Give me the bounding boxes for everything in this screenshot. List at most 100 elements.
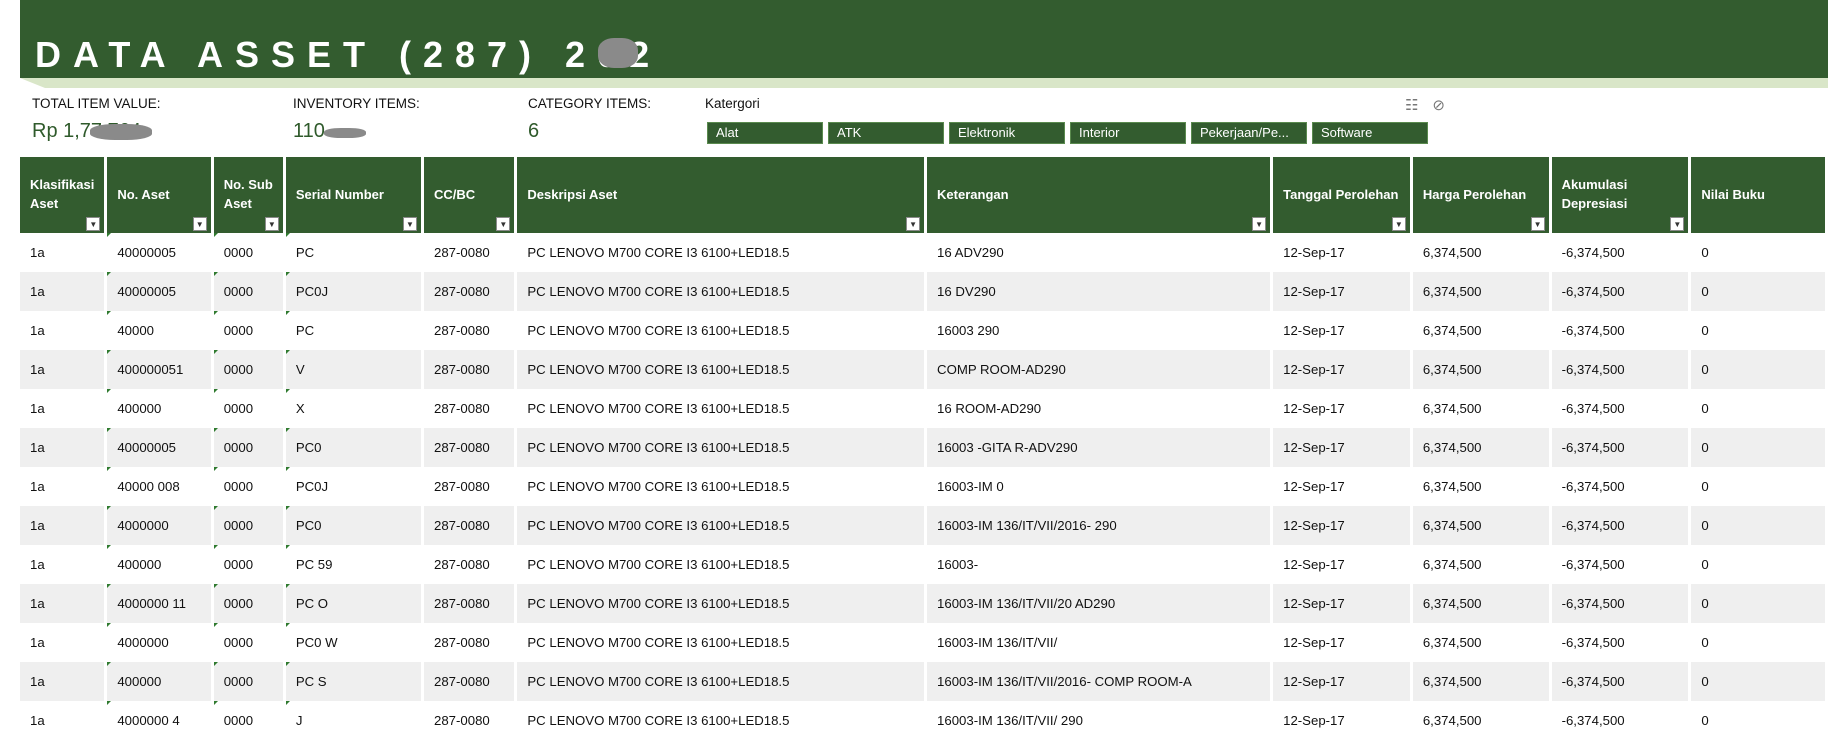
cell-harga-perolehan[interactable]: 6,374,500 xyxy=(1411,701,1552,740)
cell-tanggal-perolehan[interactable]: 12-Sep-17 xyxy=(1271,584,1413,623)
cell-cc-bc[interactable]: 287-0080 xyxy=(422,506,518,545)
cell-serial-number[interactable]: X xyxy=(284,389,425,428)
cell-tanggal-perolehan[interactable]: 12-Sep-17 xyxy=(1271,545,1413,584)
cell-cc-bc[interactable]: 287-0080 xyxy=(422,428,518,467)
cell-serial-number[interactable]: V xyxy=(284,350,425,389)
cell-nilai-buku[interactable]: 0 xyxy=(1689,272,1828,311)
column-header-no-sub-aset[interactable]: No. Sub Aset ▼ xyxy=(212,157,286,233)
cell-klasifikasi-aset[interactable]: 1a xyxy=(20,233,108,272)
table-row[interactable]: 1a 40000 0000 PC 287-0080 PC LENOVO M700 CORE… xyxy=(20,311,1828,350)
cell-nilai-buku[interactable]: 0 xyxy=(1689,311,1828,350)
cell-serial-number[interactable]: PC0J xyxy=(284,272,425,311)
cell-tanggal-perolehan[interactable]: 12-Sep-17 xyxy=(1271,272,1413,311)
cell-serial-number[interactable]: PC0 W xyxy=(284,623,425,662)
cell-klasifikasi-aset[interactable]: 1a xyxy=(20,428,108,467)
cell-cc-bc[interactable]: 287-0080 xyxy=(422,584,518,623)
cell-tanggal-perolehan[interactable]: 12-Sep-17 xyxy=(1271,623,1413,662)
cell-no-aset[interactable]: 400000 xyxy=(105,389,214,428)
table-row[interactable]: 1a 40000005 0000 PC0 287-0080 PC LENOVO M700 … xyxy=(20,428,1828,467)
cell-no-aset[interactable]: 400000051 xyxy=(105,350,214,389)
table-row[interactable]: 1a 4000000 11 0000 PC O 287-0080 PC LENOVO M7… xyxy=(20,584,1828,623)
cell-keterangan[interactable]: 16003-IM 136/IT/VII/20 AD290 xyxy=(925,584,1274,623)
cell-akumulasi-depresiasi[interactable]: -6,374,500 xyxy=(1550,428,1692,467)
cell-nilai-buku[interactable]: 0 xyxy=(1689,428,1828,467)
cell-no-aset[interactable]: 4000000 xyxy=(105,623,214,662)
filter-dropdown-icon[interactable]: ▼ xyxy=(1252,217,1267,231)
cell-serial-number[interactable]: PC 59 xyxy=(284,545,425,584)
cell-harga-perolehan[interactable]: 6,374,500 xyxy=(1411,311,1552,350)
cell-harga-perolehan[interactable]: 6,374,500 xyxy=(1411,272,1552,311)
filter-dropdown-icon[interactable]: ▼ xyxy=(1670,217,1685,231)
cell-no-sub-aset[interactable]: 0000 xyxy=(212,389,286,428)
cell-tanggal-perolehan[interactable]: 12-Sep-17 xyxy=(1271,389,1413,428)
cell-keterangan[interactable]: 16003 290 xyxy=(925,311,1274,350)
cell-cc-bc[interactable]: 287-0080 xyxy=(422,272,518,311)
cell-harga-perolehan[interactable]: 6,374,500 xyxy=(1411,428,1552,467)
filter-dropdown-icon[interactable]: ▼ xyxy=(1530,217,1545,231)
table-row[interactable]: 1a 4000000 0000 PC0 287-0080 PC LENOVO M700 C… xyxy=(20,506,1828,545)
table-row[interactable]: 1a 400000 0000 PC S 287-0080 PC LENOVO M700 C… xyxy=(20,662,1828,701)
cell-akumulasi-depresiasi[interactable]: -6,374,500 xyxy=(1550,350,1692,389)
cell-klasifikasi-aset[interactable]: 1a xyxy=(20,701,108,740)
cell-deskripsi-aset[interactable]: PC LENOVO M700 CORE I3 6100+LED18.5 xyxy=(515,350,928,389)
slicer-item-alat[interactable]: Alat xyxy=(707,122,823,144)
column-header-akumulasi-depresiasi[interactable]: Akumulasi Depresiasi ▼ xyxy=(1550,157,1692,233)
column-header-nilai-buku[interactable]: Nilai Buku xyxy=(1689,157,1828,233)
cell-cc-bc[interactable]: 287-0080 xyxy=(422,467,518,506)
cell-deskripsi-aset[interactable]: PC LENOVO M700 CORE I3 6100+LED18.5 xyxy=(515,623,928,662)
cell-cc-bc[interactable]: 287-0080 xyxy=(422,623,518,662)
cell-deskripsi-aset[interactable]: PC LENOVO M700 CORE I3 6100+LED18.5 xyxy=(515,272,928,311)
cell-serial-number[interactable]: J xyxy=(284,701,425,740)
cell-no-aset[interactable]: 40000005 xyxy=(105,428,214,467)
cell-klasifikasi-aset[interactable]: 1a xyxy=(20,350,108,389)
table-row[interactable]: 1a 4000000 0000 PC0 W 287-0080 PC LENOVO M700… xyxy=(20,623,1828,662)
slicer-item-elektronik[interactable]: Elektronik xyxy=(949,122,1065,144)
column-header-klasifikasi-aset[interactable]: Klasifikasi Aset ▼ xyxy=(20,157,108,233)
table-row[interactable]: 1a 4000000 4 0000 J 287-0080 PC LENOVO M700 C… xyxy=(20,701,1828,740)
table-row[interactable]: 1a 400000 0000 X 287-0080 PC LENOVO M700 CORE… xyxy=(20,389,1828,428)
cell-no-aset[interactable]: 40000005 xyxy=(105,272,214,311)
cell-no-aset[interactable]: 400000 xyxy=(105,662,214,701)
table-row[interactable]: 1a 40000005 0000 PC0J 287-0080 PC LENOVO M700… xyxy=(20,272,1828,311)
table-row[interactable]: 1a 400000 0000 PC 59 287-0080 PC LENOVO M700 … xyxy=(20,545,1828,584)
cell-deskripsi-aset[interactable]: PC LENOVO M700 CORE I3 6100+LED18.5 xyxy=(515,701,928,740)
cell-deskripsi-aset[interactable]: PC LENOVO M700 CORE I3 6100+LED18.5 xyxy=(515,662,928,701)
cell-klasifikasi-aset[interactable]: 1a xyxy=(20,662,108,701)
cell-serial-number[interactable]: PC xyxy=(284,311,425,350)
table-row[interactable]: 1a 40000005 0000 PC 287-0080 PC LENOVO M700 C… xyxy=(20,233,1828,272)
cell-deskripsi-aset[interactable]: PC LENOVO M700 CORE I3 6100+LED18.5 xyxy=(515,428,928,467)
cell-tanggal-perolehan[interactable]: 12-Sep-17 xyxy=(1271,350,1413,389)
cell-keterangan[interactable]: 16003-IM 136/IT/VII/ 290 xyxy=(925,701,1274,740)
cell-klasifikasi-aset[interactable]: 1a xyxy=(20,506,108,545)
cell-deskripsi-aset[interactable]: PC LENOVO M700 CORE I3 6100+LED18.5 xyxy=(515,233,928,272)
cell-klasifikasi-aset[interactable]: 1a xyxy=(20,389,108,428)
multi-select-icon[interactable]: ☷ xyxy=(1405,96,1418,114)
cell-no-sub-aset[interactable]: 0000 xyxy=(212,350,286,389)
cell-akumulasi-depresiasi[interactable]: -6,374,500 xyxy=(1550,272,1692,311)
column-header-no-aset[interactable]: No. Aset ▼ xyxy=(105,157,214,233)
cell-tanggal-perolehan[interactable]: 12-Sep-17 xyxy=(1271,311,1413,350)
cell-harga-perolehan[interactable]: 6,374,500 xyxy=(1411,506,1552,545)
cell-serial-number[interactable]: PC0 xyxy=(284,428,425,467)
cell-keterangan[interactable]: 16003-IM 136/IT/VII/2016- COMP ROOM-A xyxy=(925,662,1274,701)
filter-dropdown-icon[interactable]: ▼ xyxy=(264,217,279,231)
cell-akumulasi-depresiasi[interactable]: -6,374,500 xyxy=(1550,389,1692,428)
cell-akumulasi-depresiasi[interactable]: -6,374,500 xyxy=(1550,233,1692,272)
cell-klasifikasi-aset[interactable]: 1a xyxy=(20,584,108,623)
cell-no-sub-aset[interactable]: 0000 xyxy=(212,272,286,311)
cell-tanggal-perolehan[interactable]: 12-Sep-17 xyxy=(1271,428,1413,467)
cell-no-sub-aset[interactable]: 0000 xyxy=(212,467,286,506)
cell-keterangan[interactable]: COMP ROOM-AD290 xyxy=(925,350,1274,389)
cell-serial-number[interactable]: PC0J xyxy=(284,467,425,506)
cell-no-sub-aset[interactable]: 0000 xyxy=(212,623,286,662)
cell-akumulasi-depresiasi[interactable]: -6,374,500 xyxy=(1550,623,1692,662)
column-header-tanggal-perolehan[interactable]: Tanggal Perolehan ▼ xyxy=(1271,157,1413,233)
cell-nilai-buku[interactable]: 0 xyxy=(1689,701,1828,740)
cell-serial-number[interactable]: PC0 xyxy=(284,506,425,545)
cell-klasifikasi-aset[interactable]: 1a xyxy=(20,272,108,311)
cell-harga-perolehan[interactable]: 6,374,500 xyxy=(1411,233,1552,272)
cell-cc-bc[interactable]: 287-0080 xyxy=(422,311,518,350)
cell-cc-bc[interactable]: 287-0080 xyxy=(422,350,518,389)
cell-tanggal-perolehan[interactable]: 12-Sep-17 xyxy=(1271,233,1413,272)
cell-tanggal-perolehan[interactable]: 12-Sep-17 xyxy=(1271,662,1413,701)
